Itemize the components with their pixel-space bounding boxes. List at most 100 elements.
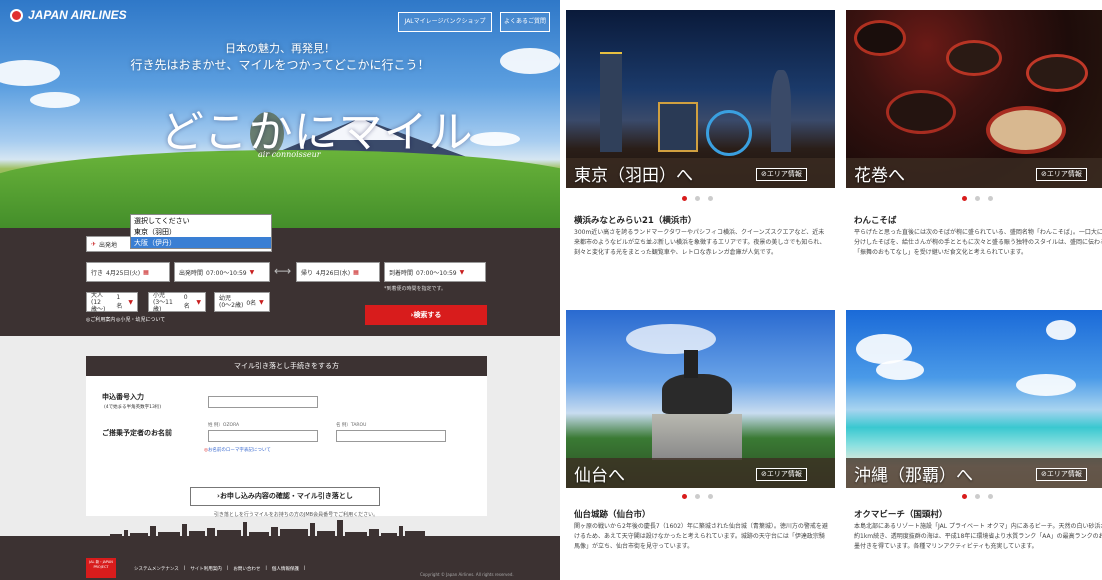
- footer-separator: |: [265, 566, 267, 571]
- crane-icon: [10, 8, 23, 22]
- footer-separator: |: [226, 566, 229, 571]
- departure-dropdown[interactable]: 選択してください 東京（羽田） 大阪（伊丹）: [130, 214, 272, 249]
- card-title: 花巻へ: [854, 166, 905, 186]
- cloud: [1016, 374, 1076, 396]
- copyright: Copyright © Japan Airlines. All rights r…: [420, 572, 514, 577]
- carousel-dots: [682, 494, 713, 499]
- bowl-shape: [854, 20, 906, 56]
- bowl-shape: [946, 40, 1002, 76]
- area-info-button[interactable]: ⊘エリア情報: [756, 168, 807, 181]
- destination-card-okinawa[interactable]: 沖縄（那覇）へ ⊘エリア情報 オクマビーチ（国頭村） 本島北部にあるリゾート施設…: [846, 310, 1102, 580]
- cloud: [30, 92, 80, 108]
- green-field: [0, 150, 560, 228]
- application-number-input[interactable]: [208, 396, 318, 408]
- dropdown-option[interactable]: 東京（羽田）: [131, 226, 271, 237]
- departure-time-select[interactable]: 出発時間 07:00〜10:59 ▼: [174, 262, 270, 282]
- wanko-soba-image: 花巻へ ⊘エリア情報: [846, 10, 1102, 188]
- adult-count: 1名: [116, 294, 123, 310]
- hero-subtitle: air connoisseur: [258, 150, 321, 159]
- plane-icon: ✈: [91, 240, 97, 248]
- footer-link-contact[interactable]: お問い合わせ: [233, 566, 260, 572]
- adult-label-text: 大人: [91, 291, 104, 299]
- surname-input[interactable]: [208, 430, 318, 442]
- chevron-down-icon: ▼: [259, 298, 264, 306]
- return-label: 帰り: [301, 269, 314, 277]
- destination-card-sendai[interactable]: 仙台へ ⊘エリア情報 仙台城跡（仙台市） 関ヶ原の戦いから2年後の慶長7（160…: [566, 310, 835, 580]
- arrival-time-select[interactable]: 到着時間 07:00〜10:59 ▼: [384, 262, 486, 282]
- carousel-dot[interactable]: [708, 196, 713, 201]
- return-date-field[interactable]: 帰り 4月26日(水) ▦: [296, 262, 380, 282]
- area-info-label: エリア情報: [766, 170, 802, 178]
- carousel-dot[interactable]: [988, 494, 993, 499]
- dropdown-option[interactable]: 選択してください: [131, 215, 271, 226]
- outbound-label: 行き: [91, 269, 104, 277]
- hotel-shape: [771, 70, 791, 152]
- carousel-dot-active[interactable]: [962, 494, 967, 499]
- form-header: マイル引き落とし手続きをする方: [86, 356, 487, 376]
- footer-link-privacy[interactable]: 個人情報保護: [272, 566, 299, 572]
- mileage-form-section: マイル引き落とし手続きをする方 申込番号入力 (4で始まる半角英数字13桁) ご…: [0, 336, 560, 536]
- jal-project-badge[interactable]: JAL 新・JAPAN PROJECT: [86, 558, 116, 578]
- footer-separator: |: [303, 566, 306, 571]
- carousel-dot[interactable]: [988, 196, 993, 201]
- child-sub: (3〜11歳): [153, 298, 173, 313]
- carousel-dot[interactable]: [695, 196, 700, 201]
- outbound-date-field[interactable]: 行き 4月25日(火) ▦: [86, 262, 170, 282]
- carousel-dot[interactable]: [695, 494, 700, 499]
- card-body: 本島北部にあるリゾート施設「JAL プライベート オクマ」内にあるビーチ。天然の…: [854, 523, 1102, 550]
- card-title: 沖縄（那覇）へ: [854, 466, 973, 486]
- arrow-both-icon: ⟷: [274, 264, 292, 278]
- help-link-guide-text: ご利用案内: [90, 317, 116, 323]
- card-body: 平らげたと思った直後には次のそばが椀に盛られている、盛岡名物「わんこそば」。一口…: [854, 229, 1102, 256]
- romaji-link-text: お名前のローマ字表記について: [207, 448, 271, 453]
- child-count-select[interactable]: 小児 (3〜11歳) 0名 ▼: [148, 292, 206, 313]
- infant-count: 0名: [246, 299, 257, 307]
- carousel-dot[interactable]: [975, 196, 980, 201]
- adult-count-select[interactable]: 大人 (12歳〜) 1名 ▼: [86, 291, 138, 313]
- card-heading: 仙台城跡（仙台市）: [574, 510, 651, 520]
- carousel-dots: [962, 196, 993, 201]
- footer-link-maintenance[interactable]: システムメンテナンス: [134, 566, 179, 572]
- given-name-input[interactable]: [336, 430, 446, 442]
- destination-card-tokyo[interactable]: 東京（羽田）へ ⊘エリア情報 横浜みなとみらい21（横浜市） 300m近い高さを…: [566, 10, 835, 292]
- romaji-link[interactable]: ◎お名前のローマ字表記について: [204, 447, 271, 453]
- destination-card-hanamaki[interactable]: 花巻へ ⊘エリア情報 わんこそば 平らげたと思った直後には次のそばが椀に盛られて…: [846, 10, 1102, 292]
- application-number-note: (4で始まる半角英数字13桁): [104, 405, 162, 410]
- footer-link-guide[interactable]: サイト利用案内: [190, 566, 222, 572]
- surname-example: 姓 例）OZORA: [208, 423, 240, 428]
- jal-logo[interactable]: JAPAN AIRLINES: [10, 8, 127, 22]
- help-link-guide[interactable]: ◎ご利用案内: [86, 316, 115, 323]
- card-title: 仙台へ: [574, 466, 625, 486]
- booking-page: JAPAN AIRLINES JALマイレージバンクショップ よくあるご質問 日…: [0, 0, 560, 580]
- arr-time-value: 07:00〜10:59: [416, 269, 457, 277]
- search-button[interactable]: ›検索する: [365, 305, 487, 325]
- cloud: [626, 324, 716, 354]
- help-link-child[interactable]: ◎小児・幼児について: [116, 316, 165, 323]
- carousel-dot[interactable]: [975, 494, 980, 499]
- calendar-icon: ▦: [143, 268, 149, 276]
- confirm-note: 引き落としを行うマイルをお持ちの方のJMB会員番号でご利用ください。: [213, 512, 379, 518]
- dep-time-value: 07:00〜10:59: [206, 269, 247, 277]
- area-info-button[interactable]: ⊘エリア情報: [756, 468, 807, 481]
- page-root: JAPAN AIRLINES JALマイレージバンクショップ よくあるご質問 日…: [0, 0, 1102, 580]
- mileage-shop-button[interactable]: JALマイレージバンクショップ: [398, 12, 492, 32]
- calendar-icon: ▦: [353, 268, 359, 276]
- infant-count-select[interactable]: 幼児 (0〜2歳) 0名 ▼: [214, 292, 270, 312]
- faq-button[interactable]: よくあるご質問: [500, 12, 550, 32]
- carousel-dot[interactable]: [708, 494, 713, 499]
- carousel-dot-active[interactable]: [682, 196, 687, 201]
- confirm-button[interactable]: ›お申し込み内容の確認・マイル引き落とし: [190, 487, 380, 506]
- horse-statue-shape: [662, 374, 732, 414]
- area-info-button[interactable]: ⊘エリア情報: [1036, 168, 1087, 181]
- carousel-dot-active[interactable]: [682, 494, 687, 499]
- hero-banner: JAPAN AIRLINES JALマイレージバンクショップ よくあるご質問 日…: [0, 0, 560, 228]
- dep-time-label: 出発時間: [179, 269, 204, 277]
- carousel-dots: [962, 494, 993, 499]
- carousel-dot-active[interactable]: [962, 196, 967, 201]
- brand-name: JAPAN AIRLINES: [28, 8, 127, 22]
- chevron-down-icon: ▼: [128, 298, 133, 306]
- dropdown-option-selected[interactable]: 大阪（伊丹）: [131, 237, 271, 248]
- area-info-button[interactable]: ⊘エリア情報: [1036, 468, 1087, 481]
- time-note: *到着便の時間を指定です。: [384, 286, 447, 292]
- card-heading: オクマビーチ（国頭村）: [854, 510, 948, 520]
